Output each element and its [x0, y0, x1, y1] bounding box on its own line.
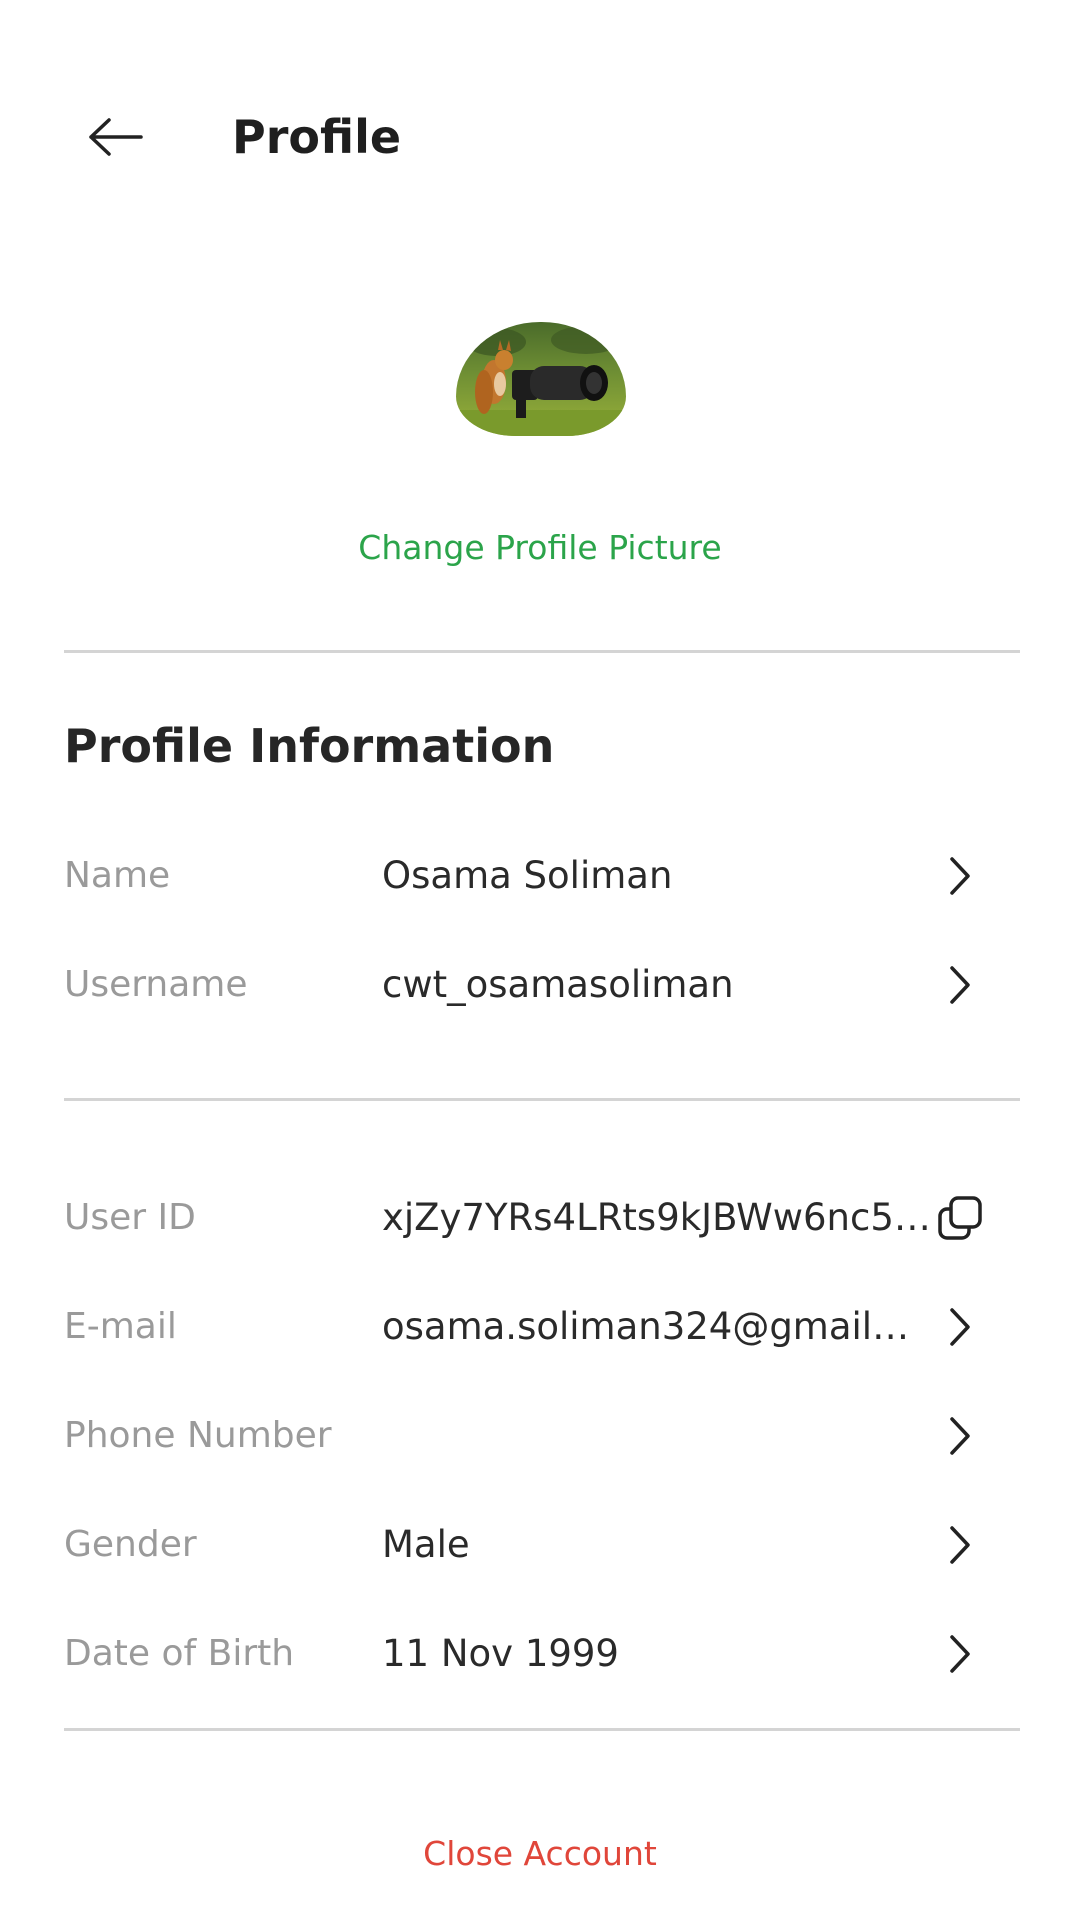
row-value: osama.soliman324@gmail…: [382, 1305, 910, 1348]
chevron-right-icon: [936, 961, 984, 1009]
row-user-id[interactable]: User ID xjZy7YRs4LRts9kJBWw6nc5…: [64, 1178, 1020, 1258]
copy-icon[interactable]: [936, 1194, 984, 1242]
arrow-left-icon: [89, 118, 143, 156]
row-label: E-mail: [64, 1306, 177, 1347]
row-label: Name: [64, 855, 171, 896]
close-account-button[interactable]: Close Account: [0, 1832, 1080, 1876]
divider: [64, 1728, 1020, 1731]
change-profile-picture-link[interactable]: Change Profile Picture: [0, 526, 1080, 570]
row-username[interactable]: Username cwt_osamasoliman: [64, 945, 1020, 1025]
divider: [64, 1098, 1020, 1101]
row-label: Gender: [64, 1524, 197, 1565]
row-phone-number[interactable]: Phone Number: [64, 1396, 1020, 1476]
back-button[interactable]: [80, 102, 150, 172]
row-name[interactable]: Name Osama Soliman: [64, 836, 1020, 916]
chevron-right-icon: [936, 1303, 984, 1351]
chevron-right-icon: [936, 1521, 984, 1569]
avatar[interactable]: [456, 322, 626, 436]
row-email[interactable]: E-mail osama.soliman324@gmail…: [64, 1287, 1020, 1367]
row-label: Phone Number: [64, 1415, 332, 1456]
avatar-photo: [456, 322, 626, 436]
row-label: Date of Birth: [64, 1633, 295, 1674]
chevron-right-icon: [936, 1630, 984, 1678]
page-title: Profile: [232, 110, 402, 164]
row-label: User ID: [64, 1197, 196, 1238]
row-value: 11 Nov 1999: [382, 1632, 619, 1675]
row-value: Osama Soliman: [382, 854, 673, 897]
chevron-right-icon: [936, 1412, 984, 1460]
row-value: Male: [382, 1523, 470, 1566]
row-gender[interactable]: Gender Male: [64, 1505, 1020, 1585]
chevron-right-icon: [936, 852, 984, 900]
divider: [64, 650, 1020, 653]
section-title-profile-information: Profile Information: [64, 719, 555, 773]
row-value: cwt_osamasoliman: [382, 963, 734, 1006]
row-date-of-birth[interactable]: Date of Birth 11 Nov 1999: [64, 1614, 1020, 1694]
row-value: xjZy7YRs4LRts9kJBWw6nc5…: [382, 1196, 931, 1239]
row-label: Username: [64, 964, 248, 1005]
